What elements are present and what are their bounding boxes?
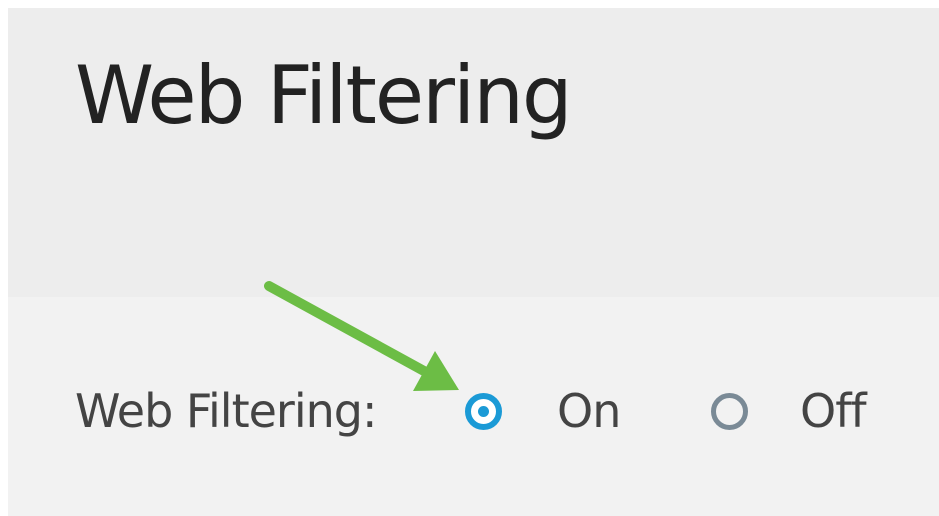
- web-filtering-on-label[interactable]: On: [557, 383, 621, 439]
- web-filtering-off-radio[interactable]: [711, 393, 748, 430]
- web-filtering-off-label[interactable]: Off: [800, 383, 867, 439]
- web-filtering-label: Web Filtering:: [75, 384, 377, 438]
- web-filtering-form: Web Filtering: On Off: [8, 297, 939, 516]
- web-filtering-on-radio[interactable]: [465, 393, 502, 430]
- page-header: Web Filtering: [8, 8, 939, 297]
- page-title: Web Filtering: [75, 49, 573, 142]
- web-filtering-panel: Web Filtering Web Filtering: On Off: [8, 8, 939, 516]
- radio-selected-dot: [478, 406, 489, 417]
